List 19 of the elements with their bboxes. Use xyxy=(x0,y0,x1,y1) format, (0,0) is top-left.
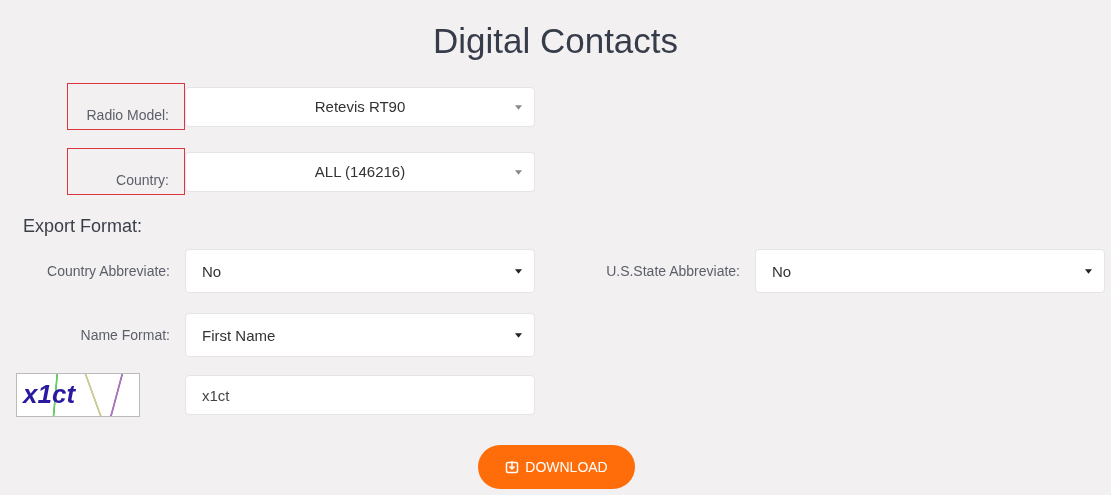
caret-icon xyxy=(515,269,522,274)
caret-icon xyxy=(515,169,522,175)
field-label: Radio Model: xyxy=(67,83,185,130)
field-label: U.S.State Abbreviate: xyxy=(606,263,741,279)
caret-icon xyxy=(515,333,522,338)
dropdown[interactable]: Retevis RT90 xyxy=(185,86,535,127)
dropdown[interactable]: No xyxy=(185,249,535,293)
caret-icon xyxy=(1085,269,1092,274)
download-icon xyxy=(505,460,520,474)
page-title: Digital Contacts xyxy=(431,20,680,62)
dropdown[interactable]: ALL (146216) xyxy=(185,151,535,192)
caret-icon xyxy=(515,104,522,110)
dropdown[interactable]: No xyxy=(755,249,1105,293)
captcha-field[interactable]: x1ct xyxy=(185,375,535,415)
field-label: Country: xyxy=(67,148,185,195)
field-label: Name Format: xyxy=(80,327,171,343)
section-heading: Export Format: xyxy=(23,216,144,237)
dropdown[interactable]: First Name xyxy=(185,313,535,357)
field-label: Country Abbreviate: xyxy=(47,263,171,279)
